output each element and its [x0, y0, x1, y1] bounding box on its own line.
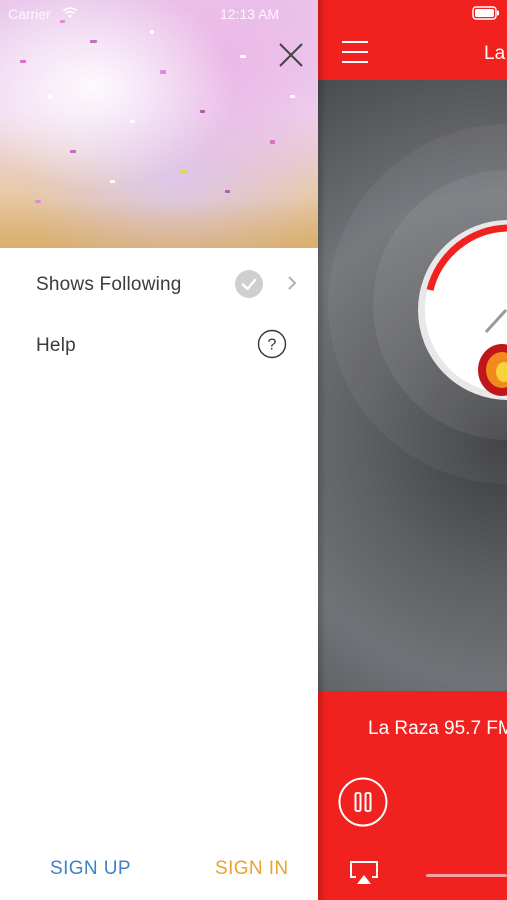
now-playing-bar: La Raza 95.7 FM [318, 691, 507, 900]
menu-item-shows-following[interactable]: Shows Following [0, 256, 318, 312]
player-header: La [318, 0, 507, 80]
wifi-icon [62, 7, 78, 18]
player-panel: La La Raza 95.7 FM [318, 0, 507, 900]
help-icon: ? [257, 329, 287, 359]
carrier-label: Carrier [8, 6, 51, 22]
sign-in-link[interactable]: SIGN IN [215, 858, 289, 880]
menu-item-help[interactable]: Help ? [0, 317, 318, 373]
header-image: Carrier 12:13 AM [0, 0, 318, 248]
menu-item-label: Shows Following [36, 274, 182, 295]
chevron-right-icon [288, 276, 297, 290]
sign-up-link[interactable]: SIGN UP [50, 858, 131, 880]
volume-slider[interactable] [426, 874, 507, 877]
now-playing-title: La Raza 95.7 FM [368, 718, 507, 739]
pause-icon[interactable] [338, 777, 388, 827]
help-glyph: ? [268, 337, 277, 354]
player-title: La [484, 43, 506, 64]
battery-icon [472, 6, 499, 20]
close-icon[interactable] [274, 38, 308, 72]
menu-icon[interactable] [342, 41, 368, 63]
album-art-area [318, 80, 507, 691]
menu-item-label: Help [36, 335, 76, 356]
side-drawer: Carrier 12:13 AM Shows Following Help ? … [0, 0, 318, 900]
check-icon [235, 270, 263, 298]
logo-mark [478, 308, 507, 396]
clock: 12:13 AM [220, 6, 280, 22]
airplay-icon[interactable] [348, 859, 380, 885]
drawer-shadow [318, 0, 326, 900]
